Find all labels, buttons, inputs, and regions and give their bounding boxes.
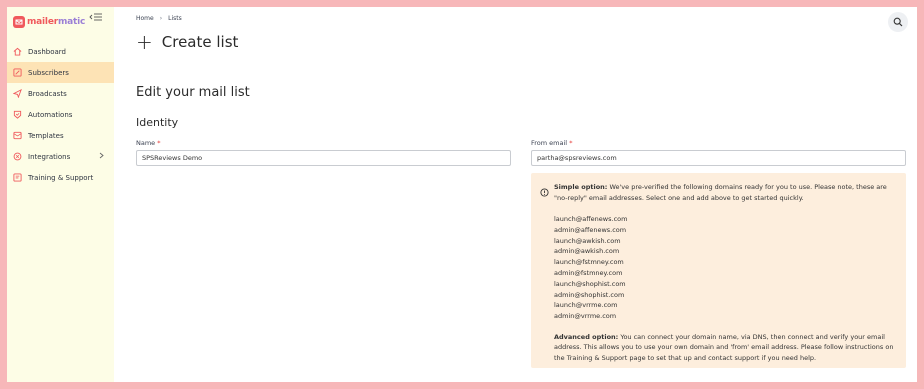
required-mark: * <box>157 139 161 147</box>
search-button[interactable] <box>888 12 908 32</box>
subscribers-icon <box>12 67 23 78</box>
sidebar-item-label: Dashboard <box>28 47 66 56</box>
app-window: mailermatic Dashboard Subscribers Broadc… <box>7 7 917 382</box>
logo[interactable]: mailermatic <box>13 15 85 29</box>
sidebar-item-label: Integrations <box>28 152 71 161</box>
search-icon <box>893 17 903 27</box>
plus-icon: + <box>136 30 153 54</box>
sidebar-item-training-support[interactable]: Training & Support <box>7 167 114 188</box>
list-item: admin@shophist.com <box>554 290 625 299</box>
list-item: launch@fstmney.com <box>554 258 624 267</box>
sidebar-item-label: Templates <box>28 131 64 140</box>
list-item: admin@fstmney.com <box>554 268 623 277</box>
breadcrumb-separator: › <box>159 15 163 22</box>
sidebar-item-label: Broadcasts <box>28 89 67 98</box>
collapse-icon <box>89 13 102 21</box>
list-item: launch@shophist.com <box>554 279 626 288</box>
list-item: admin@affenews.com <box>554 225 627 234</box>
from-email-label: From email * <box>531 139 572 147</box>
chevron-right-icon <box>99 152 104 161</box>
breadcrumb: Home › Lists <box>136 15 182 22</box>
list-item: launch@vrrme.com <box>554 301 618 310</box>
automation-icon <box>12 109 23 120</box>
required-mark: * <box>569 139 573 147</box>
info-icon <box>540 182 549 201</box>
sidebar-item-label: Subscribers <box>28 68 69 77</box>
name-label: Name * <box>136 139 161 147</box>
section-title: Edit your mail list <box>136 85 250 100</box>
integrations-icon <box>12 151 23 162</box>
from-email-input[interactable] <box>531 150 906 166</box>
collapse-sidebar-button[interactable] <box>89 12 103 24</box>
sidebar-item-templates[interactable]: Templates <box>7 125 114 146</box>
logo-text-part1: mailer <box>27 17 58 27</box>
sidebar-nav: Dashboard Subscribers Broadcasts Automat… <box>7 41 114 188</box>
sidebar-item-integrations[interactable]: Integrations <box>7 146 114 167</box>
training-icon <box>12 172 23 183</box>
sidebar-item-subscribers[interactable]: Subscribers <box>7 62 114 83</box>
sidebar-item-label: Automations <box>28 110 73 119</box>
info-text: Simple option: We've pre-verified the fo… <box>554 182 899 363</box>
email-list: launch@affenews.com admin@affenews.com l… <box>554 214 899 322</box>
breadcrumb-home[interactable]: Home <box>136 15 154 22</box>
list-item: launch@awkish.com <box>554 236 621 245</box>
simple-option-text: Simple option: We've pre-verified the fo… <box>554 182 899 203</box>
page-title-text: Create list <box>161 33 239 51</box>
sidebar-item-broadcasts[interactable]: Broadcasts <box>7 83 114 104</box>
name-label-text: Name <box>136 139 156 147</box>
sidebar-item-automations[interactable]: Automations <box>7 104 114 125</box>
sidebar-item-dashboard[interactable]: Dashboard <box>7 41 114 62</box>
send-icon <box>12 88 23 99</box>
sidebar-item-label: Training & Support <box>28 173 94 182</box>
sidebar: mailermatic Dashboard Subscribers Broadc… <box>7 7 114 382</box>
simple-option-title: Simple option: <box>554 183 608 191</box>
email-info-box: Simple option: We've pre-verified the fo… <box>531 173 906 368</box>
logo-text-part2: matic <box>57 17 86 27</box>
list-item: launch@affenews.com <box>554 215 628 223</box>
logo-icon <box>13 16 25 28</box>
advanced-option-title: Advanced option: <box>554 332 619 341</box>
identity-heading: Identity <box>136 116 179 129</box>
breadcrumb-current[interactable]: Lists <box>168 15 182 22</box>
list-item: admin@awkish.com <box>554 247 620 256</box>
main-content: Home › Lists + Create list Edit your mai… <box>114 7 917 382</box>
template-icon <box>12 130 23 141</box>
logo-text: mailermatic <box>27 17 85 27</box>
from-email-label-text: From email <box>531 139 568 147</box>
list-item: admin@vrrme.com <box>554 312 617 321</box>
home-icon <box>12 46 23 57</box>
name-input[interactable] <box>136 150 511 166</box>
page-title: + Create list <box>136 30 239 54</box>
advanced-option-text: Advanced option: You can connect your do… <box>554 332 899 364</box>
